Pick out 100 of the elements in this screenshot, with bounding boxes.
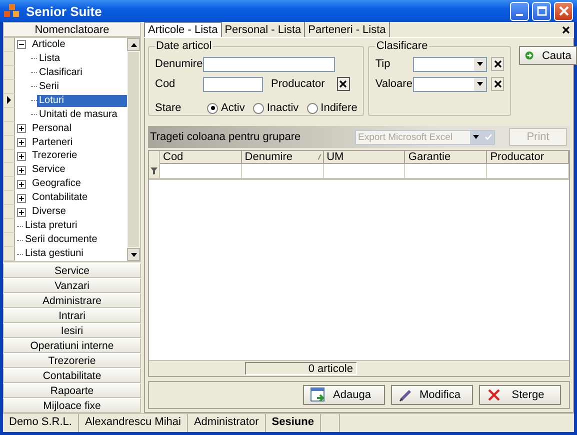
column-title: Denumire (244, 151, 292, 163)
section-button[interactable]: Operatiuni interne (3, 338, 141, 353)
radio-button[interactable] (207, 102, 218, 114)
clear-button[interactable] (491, 77, 504, 91)
clear-button[interactable] (491, 57, 504, 71)
column-header[interactable]: Cod (160, 151, 242, 164)
column-title: Garantie (408, 151, 451, 163)
filter-icon[interactable] (150, 167, 158, 175)
tree-line (31, 58, 37, 60)
expand-icon[interactable] (17, 124, 26, 134)
tab[interactable]: Personal - Lista (222, 22, 306, 37)
tree-line (17, 254, 23, 255)
section-button[interactable]: Rapoarte (3, 383, 141, 398)
input-field[interactable] (203, 56, 335, 72)
field-label: Cod (155, 78, 176, 90)
delete-button[interactable]: Sterge (479, 385, 561, 405)
status-panel: Sesiune (266, 414, 321, 432)
tree-item[interactable]: Lista preturi (23, 220, 80, 232)
radio-button[interactable] (306, 102, 318, 114)
dropdown-field[interactable] (413, 56, 488, 72)
column-header[interactable]: Garantie (405, 151, 488, 164)
add-button[interactable]: Adauga (303, 385, 385, 405)
tab[interactable]: Articole - Lista (144, 22, 222, 37)
clear-button[interactable] (336, 77, 350, 91)
section-button[interactable]: Intrari (3, 308, 141, 323)
tree-item[interactable]: Serii (37, 80, 62, 93)
tree-item[interactable]: Personal (30, 122, 74, 135)
tree-item[interactable]: Geografice (30, 178, 83, 190)
tree-item[interactable]: Articole (30, 38, 68, 51)
scrollbar[interactable] (127, 38, 140, 261)
expand-icon[interactable] (17, 194, 26, 203)
tree-item[interactable]: Trezorerie (30, 150, 80, 162)
radio-label[interactable]: Activ (221, 102, 245, 114)
tree-line (17, 240, 23, 241)
section-button[interactable]: Iesiri (3, 323, 141, 338)
field-label: Tip (375, 58, 392, 70)
expand-icon[interactable] (17, 180, 26, 189)
tree-item[interactable]: Diverse (30, 206, 68, 218)
tree-item[interactable]: Loturi (37, 94, 127, 107)
close-button[interactable] (554, 2, 573, 20)
edit-button[interactable]: Modifica (391, 385, 473, 405)
radio-label[interactable]: Indifere (320, 102, 358, 114)
tree-item[interactable]: Contabilitate (30, 192, 90, 204)
section-button[interactable]: Mijloace fixe (3, 398, 141, 413)
tab[interactable]: Parteneri - Lista (305, 22, 390, 37)
tree-item[interactable]: Unitati de masura (37, 108, 120, 121)
scroll-up-button[interactable] (127, 38, 140, 51)
scroll-down-button[interactable] (127, 248, 140, 261)
status-panel: Demo S.R.L. (3, 414, 79, 432)
group-title: Date articol (155, 40, 213, 52)
column-title: UM (326, 151, 344, 163)
tree-item[interactable]: Lista gestiuni (23, 248, 86, 260)
expand-icon[interactable] (17, 138, 26, 148)
check-icon (484, 134, 492, 140)
app-logo-icon (4, 4, 20, 18)
maximize-button[interactable] (532, 2, 551, 20)
field-label: Producator (271, 78, 325, 90)
button-label: Modifica (418, 389, 462, 401)
close-icon[interactable] (562, 26, 570, 34)
panel-header: Nomenclatoare (3, 22, 141, 37)
pencil-icon (398, 387, 414, 403)
dropdown-field[interactable] (413, 76, 488, 92)
group-title: Clasificare (375, 40, 429, 52)
window-title: Senior Suite (26, 4, 102, 18)
tree-item[interactable]: Parteneri (30, 136, 75, 149)
expand-icon[interactable] (17, 208, 26, 217)
collapse-icon[interactable] (17, 40, 26, 50)
row-selector[interactable] (4, 94, 15, 108)
delete-icon (486, 387, 502, 403)
column-header[interactable]: Producator (487, 151, 569, 164)
button-label: Adauga (332, 389, 372, 401)
minimize-icon (516, 14, 523, 16)
clear-icon (494, 80, 502, 88)
section-button[interactable]: Administrare (3, 293, 141, 308)
expand-icon[interactable] (17, 166, 26, 175)
section-button[interactable]: Trezorerie (3, 353, 141, 368)
minimize-button[interactable] (510, 2, 529, 20)
tree-item[interactable]: Serii documente (23, 234, 100, 246)
section-button[interactable]: Vanzari (3, 278, 141, 293)
tree-item[interactable]: Service (30, 164, 68, 176)
search-button[interactable]: Cauta (519, 46, 577, 65)
close-icon (558, 6, 568, 16)
section-button[interactable]: Contabilitate (3, 368, 141, 383)
tree-line (17, 226, 23, 227)
input-field[interactable] (203, 76, 263, 92)
clear-icon (494, 60, 502, 68)
radio-label[interactable]: Inactiv (266, 102, 299, 114)
record-count: 0 articole (245, 362, 357, 375)
sort-icon (317, 154, 321, 160)
button-label: Sterge (510, 389, 546, 401)
tree-item[interactable]: Clasificari (37, 66, 84, 79)
radio-button[interactable] (252, 102, 264, 114)
maximize-icon (536, 6, 546, 16)
column-header[interactable]: Denumire (242, 151, 324, 164)
tree-item[interactable]: Lista (37, 52, 62, 65)
status-panel: Alexandrescu Mihai (78, 414, 188, 432)
section-button[interactable]: Service (3, 263, 141, 278)
expand-icon[interactable] (17, 152, 26, 161)
group-hint: Trageti coloana pentru grupare (150, 131, 301, 143)
column-header[interactable]: UM (324, 151, 406, 164)
